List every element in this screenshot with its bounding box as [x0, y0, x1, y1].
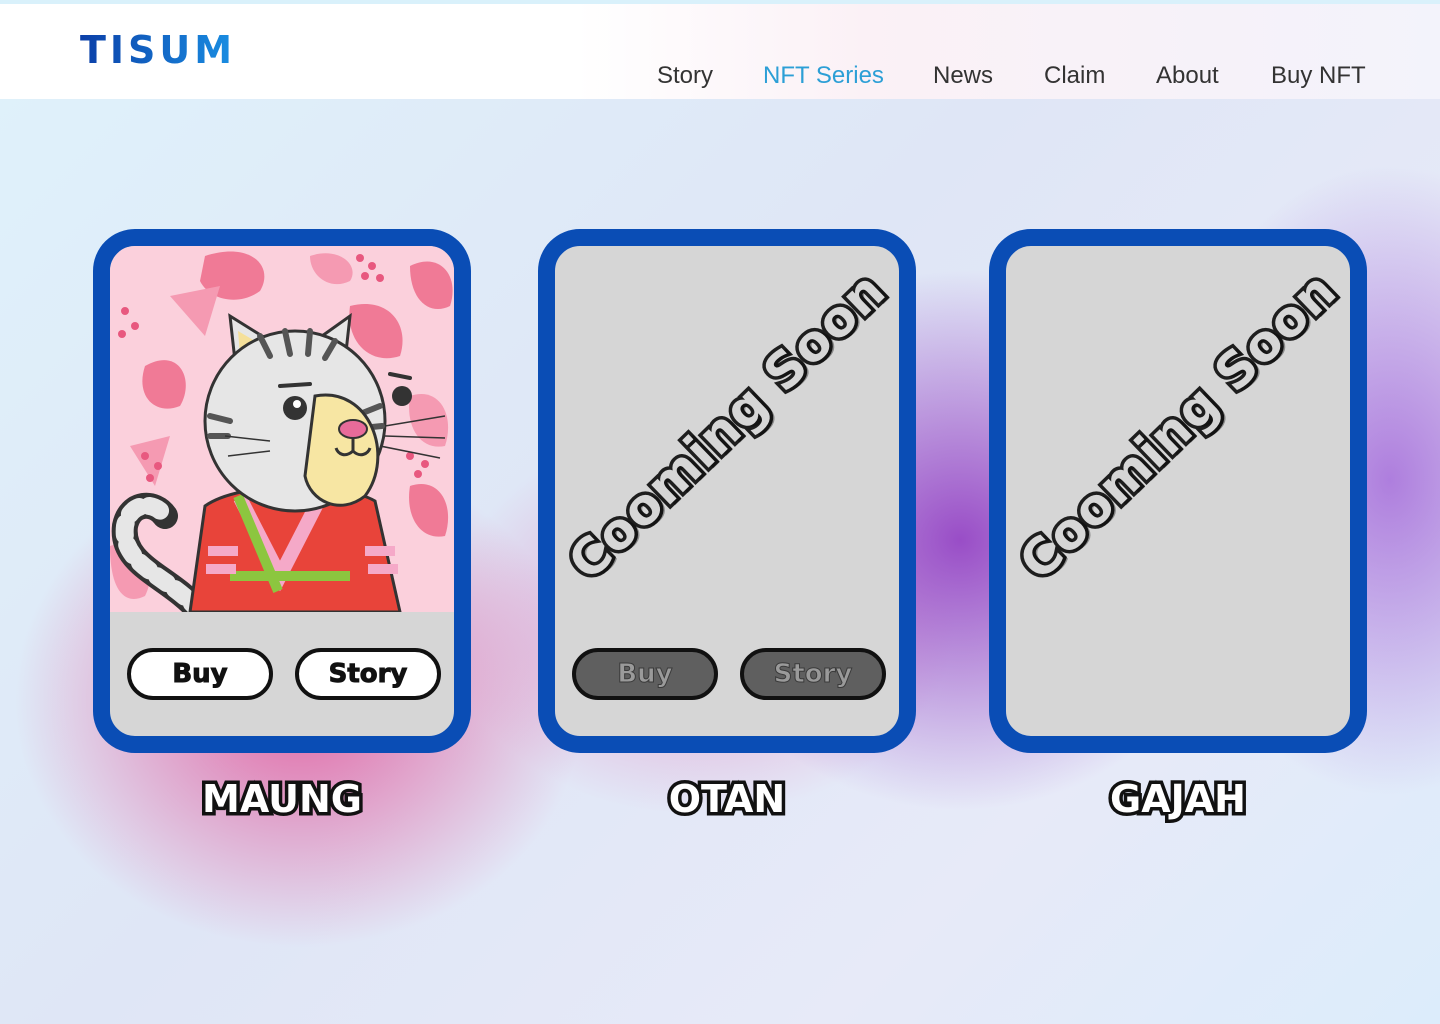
maung-story-button[interactable]: Story	[295, 648, 441, 700]
nav-claim[interactable]: Claim	[1044, 62, 1105, 90]
otan-story-button[interactable]: Story	[740, 648, 886, 700]
nft-card-maung: Buy Story	[93, 229, 471, 753]
coming-soon-label: Cooming Soon	[1006, 257, 1350, 595]
site-header: TISUM Story NFT Series News Claim About …	[0, 4, 1440, 99]
nav-story[interactable]: Story	[657, 62, 713, 90]
nav-buy-nft[interactable]: Buy NFT	[1271, 62, 1366, 90]
nav-about[interactable]: About	[1156, 62, 1219, 90]
card-name-otan: OTAN	[665, 774, 789, 825]
nft-card-otan: Cooming Soon Buy Story	[538, 229, 916, 753]
card-name-gajah: GAJAH	[1107, 774, 1250, 825]
nav-nft-series[interactable]: NFT Series	[763, 62, 884, 90]
tiger-cat-nft-image[interactable]	[110, 246, 454, 612]
maung-buy-button[interactable]: Buy	[127, 648, 273, 700]
logo[interactable]: TISUM	[80, 28, 236, 72]
card-name-maung: MAUNG	[199, 774, 366, 825]
nft-card-gajah: Cooming Soon	[989, 229, 1367, 753]
coming-soon-label: Cooming Soon	[555, 257, 899, 595]
otan-buy-button[interactable]: Buy	[572, 648, 718, 700]
nav-news[interactable]: News	[933, 62, 993, 90]
